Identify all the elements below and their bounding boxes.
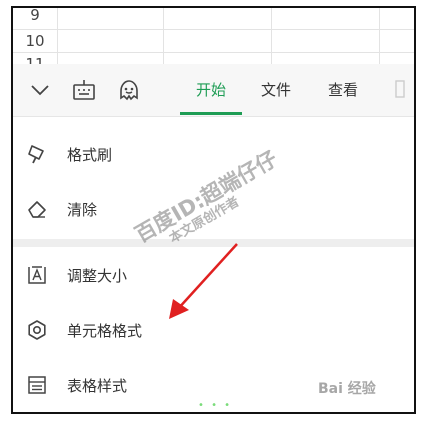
baidu-logo-watermark: Bai 经验 <box>318 381 376 397</box>
bottom-indicator: • • • <box>198 400 233 411</box>
app-frame: 9 10 11 开始 文件 <box>11 6 416 414</box>
red-arrow-annotation <box>169 243 238 319</box>
